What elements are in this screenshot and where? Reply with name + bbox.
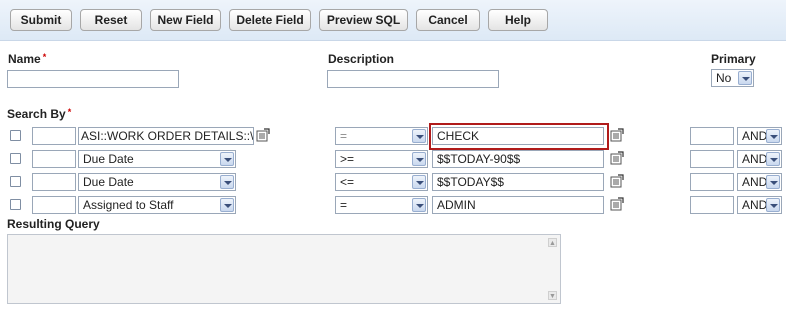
chevron-down-icon[interactable] xyxy=(412,152,426,166)
close-paren-input[interactable] xyxy=(690,150,734,168)
conjunction-select[interactable]: AND xyxy=(737,127,782,145)
cancel-button[interactable]: Cancel xyxy=(416,9,480,31)
primary-label: Primary xyxy=(711,52,756,66)
conjunction-select[interactable]: AND xyxy=(737,196,782,214)
value-input[interactable]: $$TODAY-90$$ xyxy=(432,150,604,168)
resulting-query-text xyxy=(8,235,560,241)
open-paren-input[interactable] xyxy=(32,127,76,145)
value-picker-icon[interactable] xyxy=(610,151,624,165)
value-picker-icon[interactable] xyxy=(610,128,624,142)
field-name-value: Assigned to Staff xyxy=(83,198,174,212)
required-mark: * xyxy=(67,107,72,117)
conjunction-value: AND xyxy=(742,175,768,189)
field-name-value: Due Date xyxy=(83,175,134,189)
row-checkbox[interactable] xyxy=(10,153,21,164)
primary-select-value: No xyxy=(716,71,732,85)
name-label: Name * xyxy=(8,52,46,66)
chevron-down-icon[interactable] xyxy=(412,198,426,212)
open-paren-input[interactable] xyxy=(32,150,76,168)
search-by-label-text: Search By xyxy=(7,107,66,121)
required-mark: * xyxy=(42,52,47,62)
resulting-query-label: Resulting Query xyxy=(7,217,100,231)
chevron-down-icon[interactable] xyxy=(220,198,234,212)
name-input[interactable] xyxy=(7,70,179,88)
operator-value: >= xyxy=(340,152,355,166)
name-label-text: Name xyxy=(8,52,41,66)
row-checkbox[interactable] xyxy=(10,130,21,141)
close-paren-input[interactable] xyxy=(690,196,734,214)
chevron-down-icon[interactable] xyxy=(766,175,780,189)
field-name-select[interactable]: Due Date xyxy=(78,173,236,191)
value-input[interactable]: $$TODAY$$ xyxy=(432,173,604,191)
field-name-select[interactable]: Assigned to Staff xyxy=(78,196,236,214)
scroll-down-icon[interactable]: ▼ xyxy=(548,291,557,300)
operator-select[interactable]: <= xyxy=(335,173,428,191)
value-picker-icon[interactable] xyxy=(610,197,624,211)
operator-select[interactable]: >= xyxy=(335,150,428,168)
description-input[interactable] xyxy=(327,70,499,88)
operator-value: <= xyxy=(340,175,355,189)
search-by-label: Search By * xyxy=(7,107,71,121)
conjunction-select[interactable]: AND xyxy=(737,173,782,191)
chevron-down-icon[interactable] xyxy=(220,152,234,166)
close-paren-input[interactable] xyxy=(690,173,734,191)
operator-value: = xyxy=(340,129,348,143)
conjunction-value: AND xyxy=(742,198,768,212)
field-picker-icon[interactable] xyxy=(256,128,270,142)
toolbar: Submit Reset New Field Delete Field Prev… xyxy=(0,0,786,41)
operator-select[interactable]: = xyxy=(335,127,428,145)
conjunction-select[interactable]: AND xyxy=(737,150,782,168)
value-input[interactable]: CHECK xyxy=(432,127,604,145)
chevron-down-icon[interactable] xyxy=(766,152,780,166)
close-paren-input[interactable] xyxy=(690,127,734,145)
help-button[interactable]: Help xyxy=(488,9,548,31)
chevron-down-icon[interactable] xyxy=(412,175,426,189)
chevron-down-icon[interactable] xyxy=(766,198,780,212)
row-checkbox[interactable] xyxy=(10,176,21,187)
field-name-input[interactable]: ASI::WORK ORDER DETAILS::\ xyxy=(78,127,254,145)
description-label: Description xyxy=(328,52,395,66)
primary-select[interactable]: No xyxy=(711,69,754,87)
row-checkbox[interactable] xyxy=(10,199,21,210)
field-name-value: Due Date xyxy=(83,152,134,166)
operator-select[interactable]: = xyxy=(335,196,428,214)
open-paren-input[interactable] xyxy=(32,196,76,214)
reset-button[interactable]: Reset xyxy=(80,9,142,31)
open-paren-input[interactable] xyxy=(32,173,76,191)
resulting-query-textarea[interactable]: ▲ ▼ xyxy=(7,234,561,304)
value-input[interactable]: ADMIN xyxy=(432,196,604,214)
chevron-down-icon[interactable] xyxy=(220,175,234,189)
conjunction-value: AND xyxy=(742,129,768,143)
preview-sql-button[interactable]: Preview SQL xyxy=(319,9,408,31)
operator-value: = xyxy=(340,198,348,212)
chevron-down-icon[interactable] xyxy=(766,129,780,143)
chevron-down-icon[interactable] xyxy=(738,71,752,85)
submit-button[interactable]: Submit xyxy=(10,9,72,31)
delete-field-button[interactable]: Delete Field xyxy=(229,9,311,31)
chevron-down-icon[interactable] xyxy=(412,129,426,143)
scroll-up-icon[interactable]: ▲ xyxy=(548,238,557,247)
value-picker-icon[interactable] xyxy=(610,174,624,188)
conjunction-value: AND xyxy=(742,152,768,166)
new-field-button[interactable]: New Field xyxy=(150,9,221,31)
field-name-select[interactable]: Due Date xyxy=(78,150,236,168)
